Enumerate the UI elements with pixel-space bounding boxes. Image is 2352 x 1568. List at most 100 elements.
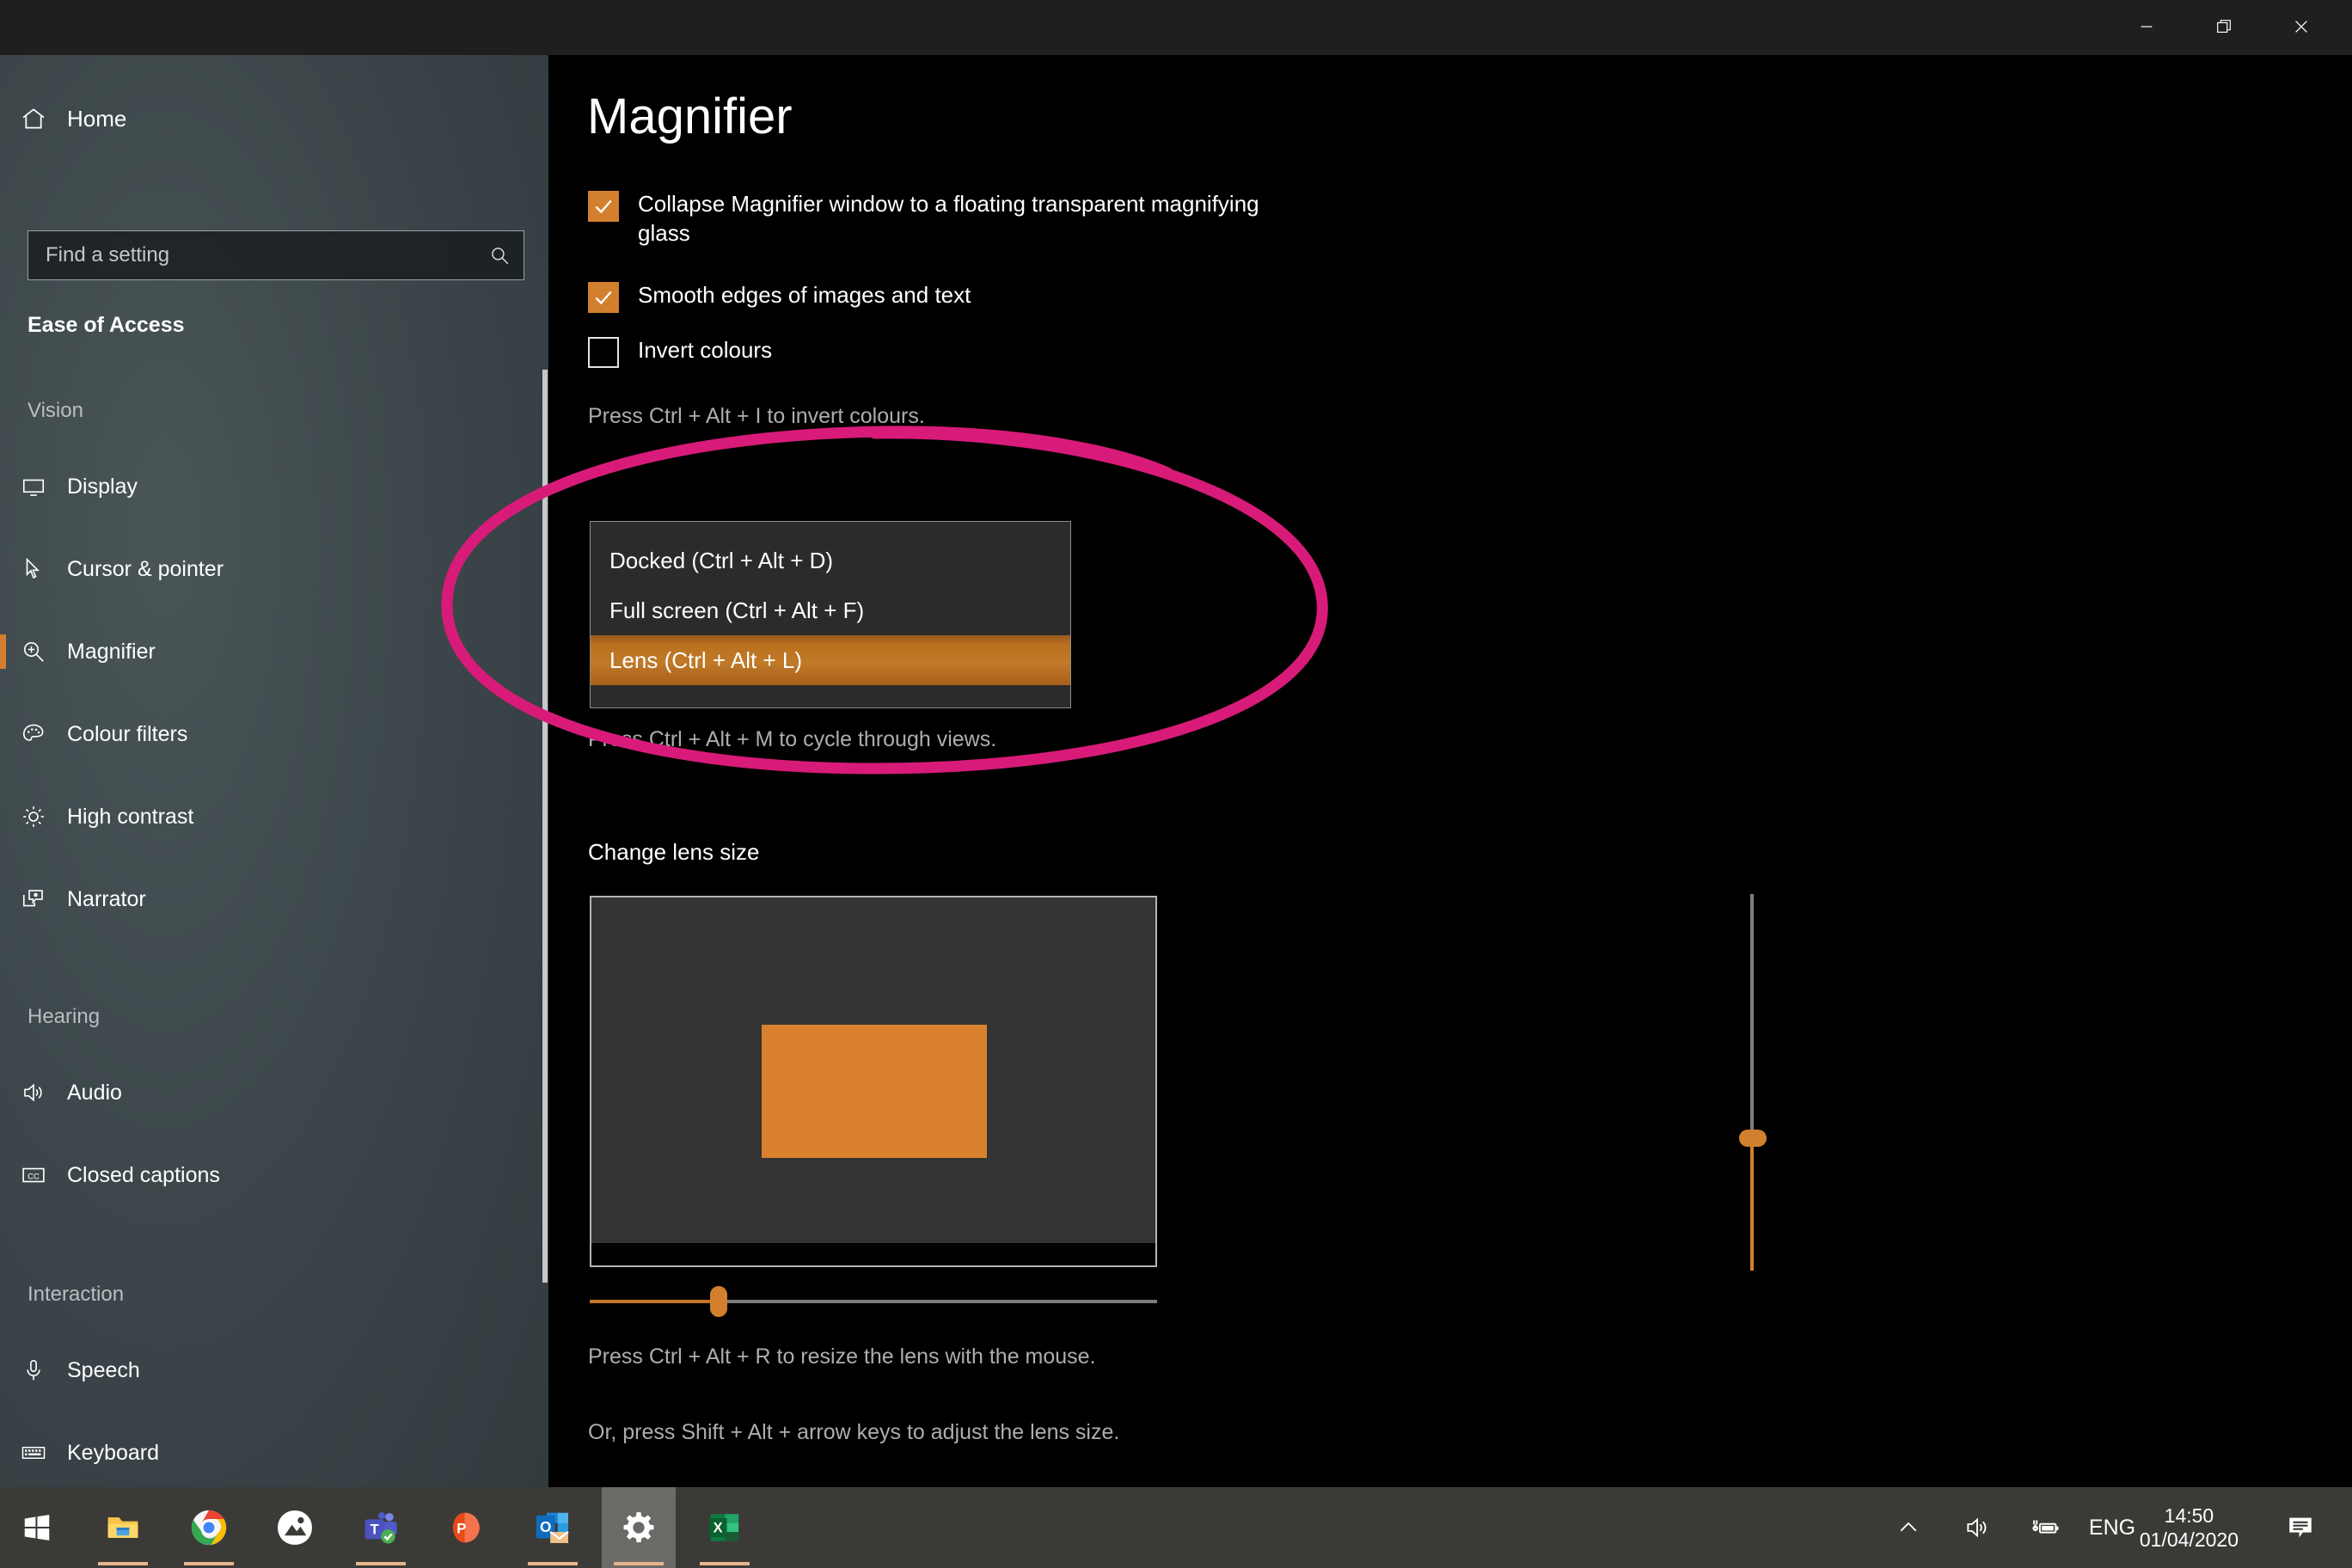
view-option-lens[interactable]: Lens (Ctrl + Alt + L): [591, 635, 1070, 685]
lens-size-preview: [590, 896, 1157, 1267]
sidebar-item-home[interactable]: Home: [0, 89, 548, 148]
taskbar-excel[interactable]: X: [688, 1487, 762, 1568]
page-title: Magnifier: [587, 89, 793, 144]
sidebar-item-label-narrator: Narrator: [67, 886, 146, 911]
cursor-icon: [0, 556, 67, 582]
screen: Settings: [0, 0, 2352, 1568]
sidebar-item-label-display: Display: [67, 474, 138, 499]
taskbar: T P O X ENG 14:50 01/04/2020: [0, 1487, 2352, 1568]
sidebar-item-colour-filters[interactable]: Colour filters: [0, 707, 548, 762]
speaker-icon: [1967, 1517, 1987, 1538]
view-option-full-screen[interactable]: Full screen (Ctrl + Alt + F): [591, 585, 1070, 635]
lens-height-slider-thumb[interactable]: [1739, 1130, 1767, 1147]
sidebar-item-closed-captions[interactable]: CC Closed captions: [0, 1148, 548, 1203]
tray-show-hidden-icons[interactable]: [1874, 1487, 1943, 1568]
svg-text:CC: CC: [28, 1172, 40, 1181]
sidebar-titlebar-strip: [0, 0, 548, 55]
checkbox-label-invert-colours: Invert colours: [638, 337, 773, 363]
svg-text:X: X: [714, 1521, 723, 1536]
magnifier-icon: [0, 639, 67, 665]
tray-clock[interactable]: 14:50 01/04/2020: [2128, 1487, 2251, 1568]
search-icon: [475, 244, 524, 266]
windows-logo-icon: [24, 1515, 50, 1540]
monitor-icon: [0, 474, 67, 499]
checkbox-row-invert-colours[interactable]: Invert colours: [588, 335, 772, 368]
sidebar-item-high-contrast[interactable]: High contrast: [0, 789, 548, 844]
cc-icon: CC: [0, 1162, 67, 1188]
keyboard-icon: [0, 1440, 67, 1466]
resize-lens-hint: Press Ctrl + Alt + R to resize the lens …: [588, 1344, 1096, 1369]
cycle-views-hint: Press Ctrl + Alt + M to cycle through vi…: [588, 727, 997, 751]
sun-icon: [0, 804, 67, 830]
taskbar-file-explorer[interactable]: [86, 1487, 160, 1568]
minimize-icon: [2141, 26, 2153, 28]
checkbox-row-collapse-magnifier[interactable]: Collapse Magnifier window to a floating …: [588, 189, 1308, 248]
check-icon: [595, 291, 612, 305]
checkbox-invert-colours[interactable]: [588, 337, 619, 368]
checkbox-smooth-edges[interactable]: [588, 282, 619, 313]
start-button[interactable]: [0, 1487, 74, 1568]
running-indicator: [184, 1562, 234, 1565]
sidebar-item-keyboard[interactable]: Keyboard: [0, 1425, 548, 1480]
narrator-icon: [0, 886, 67, 912]
palette-icon: [0, 721, 67, 747]
lens-width-slider-thumb[interactable]: [710, 1286, 727, 1317]
close-icon: [2295, 21, 2307, 33]
arrow-keys-hint: Or, press Shift + Alt + arrow keys to ad…: [588, 1420, 1120, 1444]
running-indicator: [700, 1562, 750, 1565]
tray-volume[interactable]: [1943, 1487, 2012, 1568]
close-button[interactable]: [2263, 0, 2340, 53]
taskbar-outlook[interactable]: O: [516, 1487, 590, 1568]
svg-text:O: O: [540, 1518, 551, 1535]
taskbar-google-chrome[interactable]: [172, 1487, 246, 1568]
lens-preview-rectangle: [762, 1025, 987, 1158]
sidebar-item-magnifier[interactable]: Magnifier: [0, 624, 548, 679]
sidebar-item-label-audio: Audio: [67, 1080, 122, 1105]
sidebar-item-audio[interactable]: Audio: [0, 1065, 548, 1120]
checkbox-row-smooth-edges[interactable]: Smooth edges of images and text: [588, 280, 971, 313]
settings-window: Settings: [0, 0, 2352, 1487]
outlook-icon: O: [536, 1512, 569, 1544]
taskbar-powerpoint[interactable]: P: [430, 1487, 504, 1568]
lens-preview-taskbar-strip: [591, 1243, 1155, 1265]
search-box[interactable]: [28, 230, 524, 280]
minimize-button[interactable]: [2108, 0, 2185, 53]
search-input[interactable]: [28, 243, 475, 267]
sidebar-item-display[interactable]: Display: [0, 459, 548, 514]
change-lens-size-label: Change lens size: [588, 839, 760, 865]
tray-battery[interactable]: [2012, 1487, 2080, 1568]
svg-text:T: T: [371, 1522, 379, 1537]
powerpoint-icon: P: [452, 1512, 480, 1543]
maximize-icon: [2217, 20, 2231, 34]
sidebar-scrollbar[interactable]: [542, 370, 548, 1283]
tray-action-center[interactable]: [2266, 1487, 2335, 1568]
sidebar-item-label-speech: Speech: [67, 1357, 140, 1382]
taskbar-photos-app[interactable]: [258, 1487, 332, 1568]
main-content: Magnifier Collapse Magnifier window to a…: [548, 55, 2352, 1487]
sidebar-item-label-cursor-pointer: Cursor & pointer: [67, 556, 224, 581]
sidebar-item-narrator[interactable]: Narrator: [0, 872, 548, 927]
sidebar-item-label-magnifier: Magnifier: [67, 639, 156, 664]
sidebar-group-interaction: Interaction: [28, 1283, 125, 1306]
sidebar-content: Home Ease of Access Vision: [0, 55, 548, 1487]
invert-colours-hint: Press Ctrl + Alt + I to invert colours.: [588, 404, 925, 428]
lens-width-slider[interactable]: [590, 1286, 1157, 1317]
taskbar-settings[interactable]: [602, 1487, 676, 1568]
checkbox-collapse-magnifier[interactable]: [588, 191, 619, 222]
lens-preview-screen: [591, 897, 1155, 1243]
sidebar-group-vision: Vision: [28, 399, 83, 422]
sidebar-item-label-home: Home: [67, 105, 127, 132]
sidebar-item-cursor-pointer[interactable]: Cursor & pointer: [0, 542, 548, 597]
maximize-button[interactable]: [2185, 0, 2263, 53]
checkbox-label-collapse-magnifier: Collapse Magnifier window to a floating …: [638, 191, 1259, 247]
sidebar-item-speech[interactable]: Speech: [0, 1343, 548, 1398]
battery-charging-icon: [2032, 1520, 2059, 1534]
lens-height-slider[interactable]: [1739, 894, 1767, 1271]
photos-icon: [278, 1510, 312, 1545]
running-indicator: [614, 1562, 664, 1565]
magnifier-view-listbox[interactable]: Docked (Ctrl + Alt + D) Full screen (Ctr…: [590, 521, 1071, 708]
sidebar-item-label-colour-filters: Colour filters: [67, 721, 188, 746]
speaker-icon: [0, 1080, 67, 1106]
taskbar-microsoft-teams[interactable]: T: [344, 1487, 418, 1568]
view-option-docked[interactable]: Docked (Ctrl + Alt + D): [591, 536, 1070, 585]
